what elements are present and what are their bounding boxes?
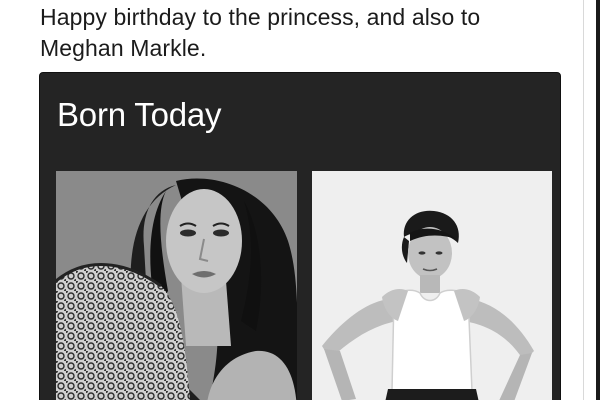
card-title: Born Today: [57, 96, 222, 133]
photo-woman-image: [56, 171, 297, 400]
photo-woman[interactable]: [56, 171, 297, 400]
divider: [583, 0, 584, 400]
post-text: Happy birthday to the princess, and also…: [40, 4, 481, 61]
window-edge: [596, 0, 600, 400]
photo-man[interactable]: [312, 171, 552, 400]
photo-man-image: [312, 171, 552, 400]
page: Happy birthday to the princess, and also…: [0, 0, 600, 400]
born-today-card[interactable]: Born Today: [39, 72, 561, 400]
